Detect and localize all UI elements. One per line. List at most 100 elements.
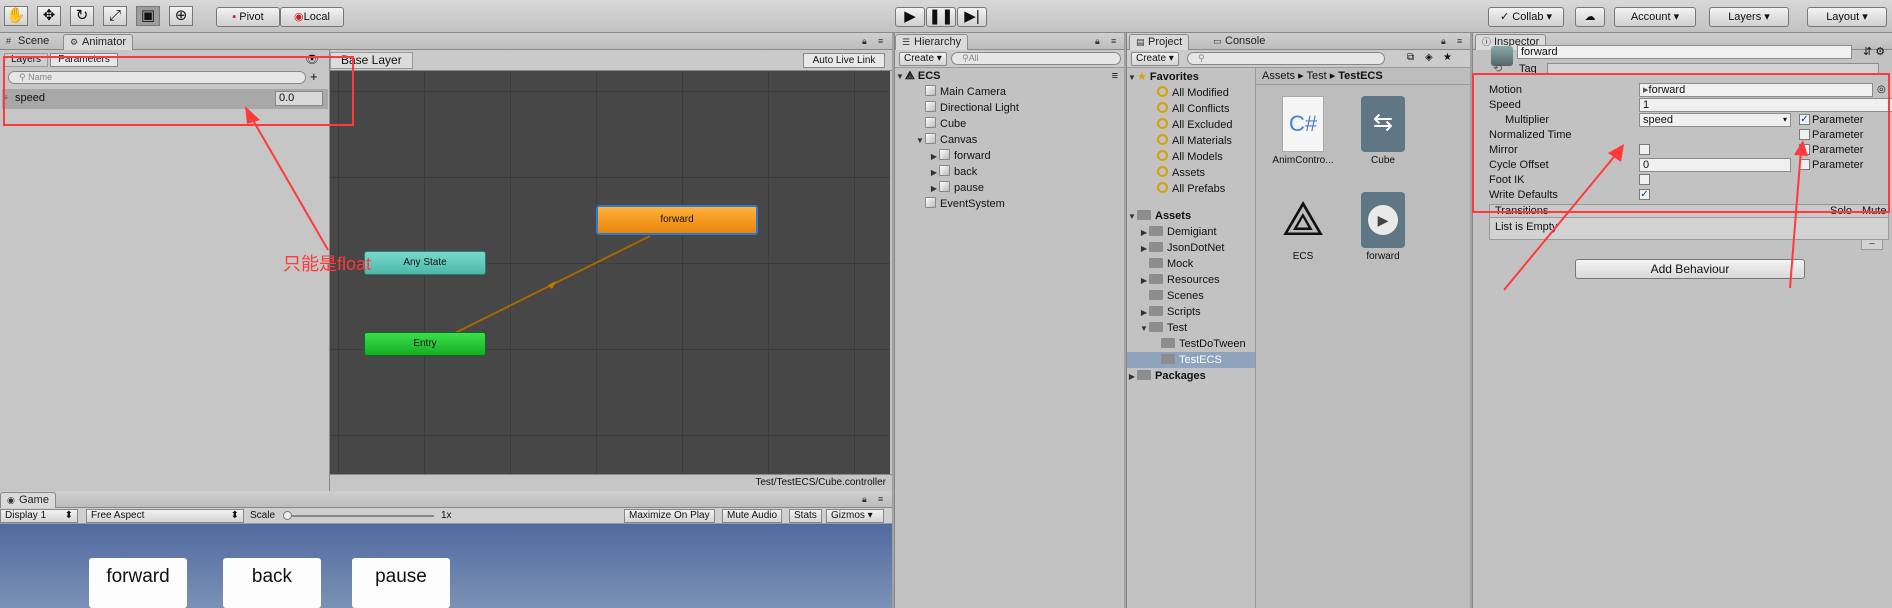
state-forward[interactable]: forward [596,205,758,235]
favorites-row[interactable]: ▼★ Favorites [1127,69,1255,85]
asset-folder[interactable]: Mock [1127,256,1255,272]
asset-folder[interactable]: Scenes [1127,288,1255,304]
tab-scene[interactable]: # Scene [0,34,55,50]
favorite-item[interactable]: All Models [1127,149,1255,165]
hierarchy-menu-icon[interactable]: ≡ [1111,36,1116,46]
hierarchy-item-forward[interactable]: ▶ forward [895,148,1124,164]
inspector-settings-icon[interactable]: ⇵ ⚙ [1863,45,1885,58]
tab-game[interactable]: ◉ Game [0,492,56,508]
expand-icon[interactable]: ▼ [915,133,925,149]
packages-row[interactable]: ▶ Packages [1127,368,1255,384]
state-any-state[interactable]: Any State [364,251,486,275]
scene-row[interactable]: ▼⟁ ECS ≡ [895,68,1124,84]
pause-button[interactable]: ❚❚ [926,7,956,27]
transform-tool-icon[interactable]: ⊕ [169,6,193,26]
layers-dropdown[interactable]: Layers ▾ [1709,7,1789,27]
hierarchy-search-input[interactable]: ⚲All [951,52,1121,65]
state-name-field[interactable]: forward [1517,45,1852,59]
hierarchy-item-back[interactable]: ▶ back [895,164,1124,180]
asset-folder-selected[interactable]: TestECS [1127,352,1255,368]
collapse-icon[interactable]: ▶ [929,149,939,165]
hierarchy-item-main-camera[interactable]: Main Camera [895,84,1124,100]
favorite-item[interactable]: Assets [1127,165,1255,181]
asset-folder[interactable]: ▶ Demigiant [1127,224,1255,240]
project-menu-icon[interactable]: ≡ [1457,36,1462,46]
hierarchy-item-canvas[interactable]: ▼ Canvas [895,132,1124,148]
expand-icon[interactable]: ▼ [1127,70,1137,86]
lock-icon[interactable]: 🔒︎ [862,36,867,47]
favorite-item[interactable]: All Modified [1127,85,1255,101]
breadcrumb-assets[interactable]: Assets [1262,70,1295,82]
filter-type-icon[interactable]: ⧉ [1407,52,1414,63]
step-button[interactable]: ▶| [957,7,987,27]
collab-dropdown[interactable]: ✓ Collab ▾ [1488,7,1564,27]
assets-row[interactable]: ▼ Assets [1127,208,1255,224]
expand-icon[interactable]: ▼ [1127,209,1137,225]
favorite-item[interactable]: All Excluded [1127,117,1255,133]
collapse-icon[interactable]: ▶ [1139,305,1149,321]
move-tool-icon[interactable]: ✥ [37,6,61,26]
filter-label-icon[interactable]: ◈ [1425,52,1433,63]
asset-folder[interactable]: ▶ Scripts [1127,304,1255,320]
rect-tool-icon[interactable]: ▣ [136,6,160,26]
gizmos-dropdown[interactable]: Gizmos ▾ [826,509,884,523]
asset-ecs-scene[interactable]: ⟁ ECS [1268,192,1338,262]
collapse-icon[interactable]: ▶ [1139,241,1149,257]
tab-animator[interactable]: ⚙ Animator [63,34,134,50]
local-toggle[interactable]: ◉Local [280,7,344,27]
scale-slider-track[interactable] [286,515,434,517]
state-entry[interactable]: Entry [364,332,486,356]
rotate-tool-icon[interactable]: ↻ [70,6,94,26]
game-button-pause[interactable]: pause [352,558,450,608]
state-machine-graph[interactable]: forward Any State Entry [330,71,890,474]
expand-icon[interactable]: ▼ [1139,321,1149,337]
game-button-forward[interactable]: forward [89,558,187,608]
pivot-toggle[interactable]: ▪ Pivot [216,7,280,27]
play-button[interactable]: ▶ [895,7,925,27]
remove-transition-button[interactable]: – [1861,239,1883,250]
favorite-star-icon[interactable]: ★ [1443,52,1452,63]
asset-folder[interactable]: ▶ Resources [1127,272,1255,288]
hierarchy-create-dropdown[interactable]: Create ▾ [899,52,947,66]
project-create-dropdown[interactable]: Create ▾ [1131,52,1179,66]
asset-cube[interactable]: ⇆ Cube [1348,96,1418,166]
asset-folder[interactable]: ▶ JsonDotNet [1127,240,1255,256]
collapse-icon[interactable]: ▶ [929,181,939,197]
menu-icon[interactable]: ≡ [878,36,883,46]
game-viewport[interactable]: forward back pause [0,524,892,608]
breadcrumb-testecs[interactable]: TestECS [1338,70,1382,82]
game-lock-icon[interactable]: 🔒︎ [862,494,867,505]
mute-audio-toggle[interactable]: Mute Audio [722,509,783,523]
hierarchy-item-cube[interactable]: Cube [895,116,1124,132]
layout-dropdown[interactable]: Layout ▾ [1807,7,1887,27]
asset-forward-clip[interactable]: ▶ forward [1348,192,1418,262]
display-dropdown[interactable]: Display 1 ⬍ [0,509,78,523]
scene-menu-icon[interactable]: ≡ [1112,68,1118,84]
auto-live-link-button[interactable]: Auto Live Link [803,53,885,68]
tab-console[interactable]: ▭ Console [1207,34,1271,50]
hierarchy-item-directional-light[interactable]: Directional Light [895,100,1124,116]
aspect-dropdown[interactable]: Free Aspect ⬍ [86,509,244,523]
hand-tool-icon[interactable]: ✋ [4,6,28,26]
game-button-back[interactable]: back [223,558,321,608]
hierarchy-lock-icon[interactable]: 🔒︎ [1095,36,1100,47]
maximize-on-play-toggle[interactable]: Maximize On Play [624,509,715,523]
collapse-icon[interactable]: ▶ [1139,225,1149,241]
favorite-item[interactable]: All Materials [1127,133,1255,149]
tab-hierarchy[interactable]: ☰ Hierarchy [895,34,969,50]
favorite-item[interactable]: All Conflicts [1127,101,1255,117]
asset-folder[interactable]: TestDoTween [1127,336,1255,352]
collapse-icon[interactable]: ▶ [929,165,939,181]
project-lock-icon[interactable]: 🔒︎ [1441,36,1446,47]
collapse-icon[interactable]: ▶ [1139,273,1149,289]
breadcrumb-test[interactable]: Test [1306,70,1326,82]
game-menu-icon[interactable]: ≡ [878,494,883,504]
stats-toggle[interactable]: Stats [789,509,822,523]
scale-slider-thumb[interactable] [283,511,292,520]
hierarchy-item-eventsystem[interactable]: EventSystem [895,196,1124,212]
asset-animcontroller[interactable]: C# AnimContro... [1268,96,1338,166]
scale-tool-icon[interactable]: ⤢ [103,6,127,26]
cloud-button[interactable]: ☁ [1575,7,1605,27]
asset-folder[interactable]: ▼ Test [1127,320,1255,336]
tab-project[interactable]: ▤ Project [1129,34,1190,50]
